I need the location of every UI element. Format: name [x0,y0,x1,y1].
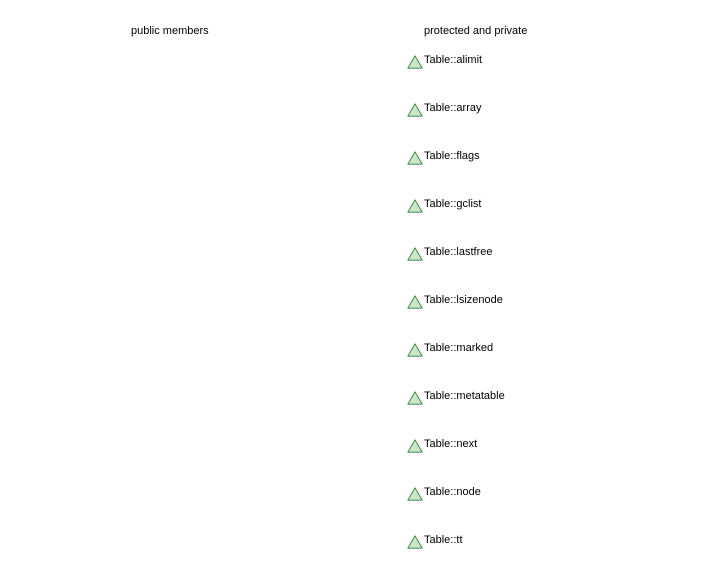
member-label: Table::tt [424,534,463,546]
green-triangle-icon [407,295,423,309]
member-label: Table::marked [424,342,494,354]
green-triangle-icon [407,439,423,453]
member-label: Table::node [424,486,481,498]
member-item[interactable]: Table::flags [407,149,607,197]
member-label: Table::gclist [424,198,482,210]
green-triangle-icon [407,103,423,117]
green-triangle-icon [407,391,423,405]
member-label: Table::lsizenode [424,294,503,306]
protected-private-heading: protected and private [424,25,528,37]
member-label: Table::alimit [424,54,483,66]
green-triangle-icon [407,151,423,165]
member-item[interactable]: Table::metatable [407,389,607,437]
member-label: Table::flags [424,150,480,162]
green-triangle-icon [407,487,423,501]
member-item[interactable]: Table::array [407,101,607,149]
member-item[interactable]: Table::alimit [407,53,607,101]
member-item[interactable]: Table::node [407,485,607,533]
member-label: Table::array [424,102,482,114]
member-item[interactable]: Table::gclist [407,197,607,245]
green-triangle-icon [407,343,423,357]
member-item[interactable]: Table::lsizenode [407,293,607,341]
protected-member-list: Table::alimitTable::arrayTable::flagsTab… [407,53,607,581]
green-triangle-icon [407,199,423,213]
member-label: Table::metatable [424,390,505,402]
green-triangle-icon [407,55,423,69]
public-members-heading: public members [131,25,209,37]
member-label: Table::lastfree [424,246,493,258]
green-triangle-icon [407,535,423,549]
member-label: Table::next [424,438,478,450]
member-item[interactable]: Table::next [407,437,607,485]
member-item[interactable]: Table::lastfree [407,245,607,293]
green-triangle-icon [407,247,423,261]
member-item[interactable]: Table::marked [407,341,607,389]
